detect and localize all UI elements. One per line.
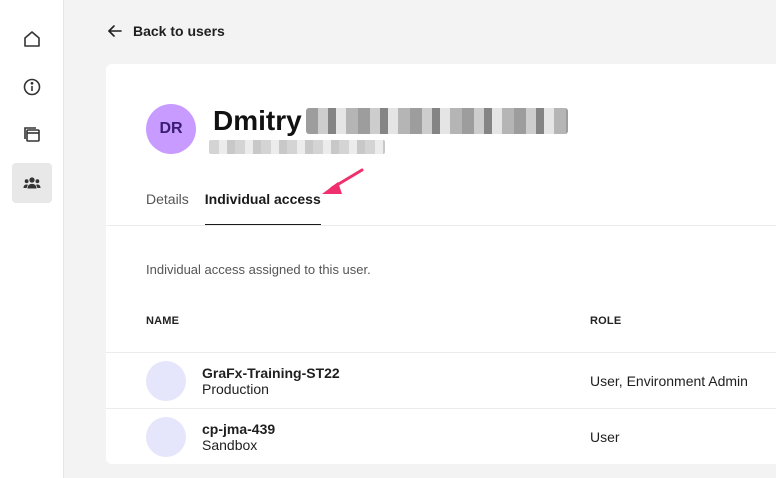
sidebar-item-home[interactable] — [12, 19, 52, 59]
back-to-users-label: Back to users — [133, 23, 225, 39]
redacted-email — [209, 140, 385, 154]
redacted-surname — [306, 108, 568, 134]
environment-type: Production — [202, 381, 269, 397]
sidebar-item-users[interactable] — [12, 163, 52, 203]
sidebar-item-environments[interactable] — [12, 115, 52, 155]
annotation-arrow-icon — [322, 168, 364, 194]
back-to-users-link[interactable]: Back to users — [107, 21, 225, 41]
arrow-left-icon — [108, 25, 122, 37]
column-header-role: ROLE — [590, 315, 622, 327]
tab-details[interactable]: Details — [146, 184, 189, 226]
environment-type: Sandbox — [202, 437, 258, 453]
access-intro-text: Individual access assigned to this user. — [146, 262, 371, 277]
user-avatar: DR — [146, 104, 196, 154]
environment-name: GraFx-Training-ST22 — [202, 365, 340, 381]
environment-role: User, Environment Admin — [590, 373, 748, 389]
sidebar-item-info[interactable] — [12, 67, 52, 107]
user-tabs: Details Individual access — [146, 184, 321, 226]
info-icon — [23, 78, 41, 96]
windows-icon — [24, 127, 40, 142]
sidebar — [0, 0, 64, 478]
environment-avatar — [146, 361, 186, 401]
table-row[interactable]: GraFx-Training-ST22 Production User, Env… — [106, 352, 776, 408]
tab-individual-access[interactable]: Individual access — [204, 184, 321, 226]
tabs-divider — [106, 225, 776, 226]
environment-name: cp-jma-439 — [202, 421, 276, 437]
environment-avatar — [146, 417, 186, 457]
user-detail-card: DR Dmitry Details Individual access Indi… — [106, 64, 776, 464]
home-icon — [24, 31, 40, 47]
users-icon — [23, 177, 41, 189]
table-row[interactable]: cp-jma-439 Sandbox User — [106, 408, 776, 464]
environment-role: User — [590, 429, 620, 445]
user-name: Dmitry — [213, 105, 302, 136]
column-header-name: NAME — [146, 315, 180, 327]
